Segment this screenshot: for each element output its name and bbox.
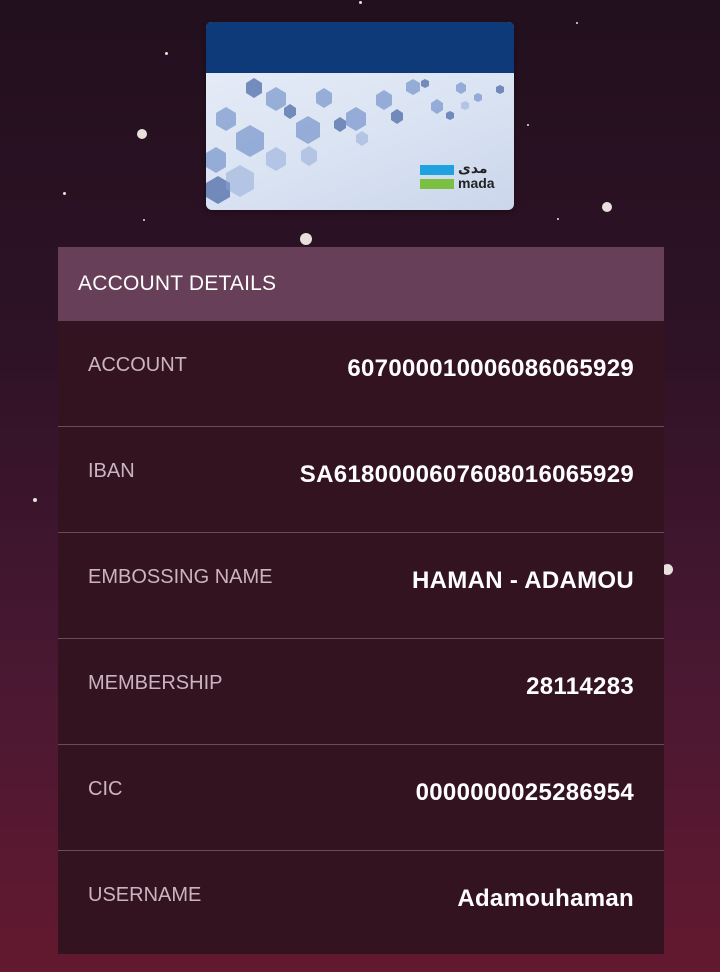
detail-row-username: USERNAME Adamouhaman: [58, 851, 664, 956]
background-star: [527, 124, 529, 126]
detail-row-membership: MEMBERSHIP 28114283: [58, 639, 664, 745]
background-star: [165, 52, 168, 55]
mada-logo-green-bar: [420, 179, 454, 189]
background-star: [63, 192, 66, 195]
row-value: 0000000025286954: [415, 779, 634, 806]
background-star: [576, 22, 578, 24]
mada-card-image: مدى mada: [206, 22, 514, 210]
row-label: MEMBERSHIP: [88, 672, 223, 694]
row-label: CIC: [88, 778, 123, 800]
mada-logo: مدى mada: [420, 161, 500, 191]
background-star: [137, 129, 147, 139]
panel-header: ACCOUNT DETAILS: [58, 247, 664, 321]
background-star: [557, 218, 559, 220]
row-label: IBAN: [88, 460, 135, 482]
panel-title: ACCOUNT DETAILS: [78, 272, 277, 295]
row-label: ACCOUNT: [88, 354, 187, 376]
row-label: USERNAME: [88, 884, 202, 906]
detail-row-account: ACCOUNT 607000010006086065929: [58, 321, 664, 427]
row-value: 607000010006086065929: [347, 355, 634, 382]
background-star: [143, 219, 145, 221]
background-star: [359, 1, 362, 4]
mada-brand-english: mada: [458, 175, 495, 191]
row-value: Adamouhaman: [457, 885, 634, 912]
background-star: [602, 202, 612, 212]
background-star: [33, 498, 37, 502]
background-star: [300, 233, 312, 245]
row-value: 28114283: [526, 673, 634, 700]
detail-row-iban: IBAN SA6180000607608016065929: [58, 427, 664, 533]
detail-row-embossing-name: EMBOSSING NAME HAMAN - ADAMOU: [58, 533, 664, 639]
card-band: [206, 22, 514, 73]
account-details-panel: ACCOUNT DETAILS ACCOUNT 6070000100060860…: [58, 247, 664, 954]
mada-logo-blue-bar: [420, 165, 454, 175]
row-label: EMBOSSING NAME: [88, 566, 273, 588]
detail-row-cic: CIC 0000000025286954: [58, 745, 664, 851]
mada-logo-icon: [420, 163, 454, 191]
row-value: HAMAN - ADAMOU: [412, 567, 634, 594]
row-value: SA6180000607608016065929: [299, 461, 634, 488]
